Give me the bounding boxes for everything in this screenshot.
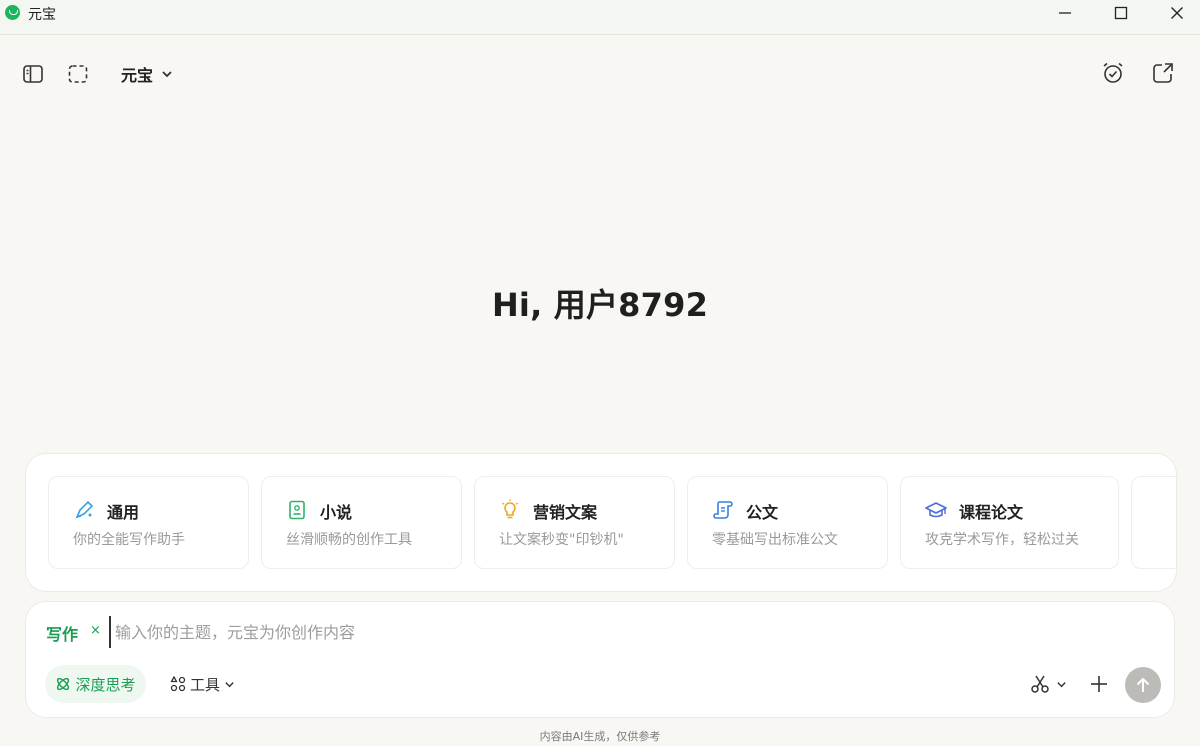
card-title: 课程论文	[959, 503, 1024, 522]
card-title: 小说	[320, 503, 353, 522]
send-button[interactable]	[1125, 667, 1161, 703]
card-desc: 你的全能写作助手	[73, 532, 185, 548]
mode-close-button[interactable]: ×	[90, 623, 101, 638]
card-course-paper[interactable]: 课程论文 攻克学术写作，轻松过关	[900, 476, 1119, 569]
composer: 写作 × 深度思考 工具	[26, 602, 1174, 717]
maximize-icon	[1114, 6, 1128, 20]
screenshot-select-button[interactable]	[65, 61, 91, 87]
reminder-button[interactable]	[1100, 60, 1126, 86]
scissors-icon	[1031, 675, 1049, 693]
card-official-doc[interactable]: 公文 零基础写出标准公文	[687, 476, 888, 569]
card-novel[interactable]: 小说 丝滑顺畅的创作工具	[261, 476, 462, 569]
tools-button[interactable]: 工具	[170, 665, 235, 703]
card-desc: 攻克学术写作，轻松过关	[925, 532, 1079, 548]
add-attachment-button[interactable]	[1087, 672, 1111, 696]
minimize-button[interactable]	[1040, 0, 1090, 26]
minimize-icon	[1059, 12, 1071, 14]
plus-icon	[1091, 676, 1107, 692]
card-title: 公文	[746, 503, 779, 522]
card-general[interactable]: 通用 你的全能写作助手	[48, 476, 249, 569]
card-title: 通用	[107, 503, 140, 522]
screenshot-select-icon	[68, 65, 88, 83]
card-desc: 丝滑顺畅的创作工具	[286, 532, 412, 548]
graduation-cap-icon	[925, 502, 947, 518]
atom-icon	[57, 677, 70, 691]
deep-think-button[interactable]: 深度思考	[45, 665, 146, 703]
book-icon	[289, 500, 305, 520]
card-desc: 零基础写出标准公文	[712, 532, 838, 548]
app-logo-icon	[5, 5, 20, 20]
chevron-down-icon	[162, 71, 172, 78]
writing-mode-tag: 写作	[46, 625, 79, 644]
new-chat-button[interactable]	[1150, 60, 1176, 86]
sidebar-toggle-button[interactable]	[20, 61, 46, 87]
lightbulb-icon	[502, 499, 518, 519]
card-title: 营销文案	[533, 503, 598, 522]
card-marketing-copy[interactable]: 营销文案 让文案秒变"印钞机"	[474, 476, 675, 569]
chevron-down-icon	[1057, 681, 1066, 687]
deep-think-label: 深度思考	[75, 675, 136, 694]
window-title: 元宝	[28, 7, 56, 23]
arrow-up-icon	[1136, 677, 1150, 692]
model-selector[interactable]: 元宝	[121, 61, 173, 87]
title-bar: 元宝	[0, 0, 1200, 35]
model-name: 元宝	[121, 66, 154, 85]
card-desc: 让文案秒变"印钞机"	[499, 532, 624, 548]
scroll-icon	[713, 501, 733, 519]
chevron-down-icon	[225, 681, 234, 687]
pen-icon	[75, 500, 94, 519]
alarm-clock-icon	[1103, 62, 1123, 83]
writing-category-panel: 通用 你的全能写作助手 小说 丝滑顺畅的创作工具 营销文案 让文案秒变"印钞机"…	[26, 454, 1176, 591]
sidebar-toggle-icon	[23, 65, 43, 83]
screenshot-tool-button[interactable]	[1030, 672, 1067, 696]
greeting-title: Hi, 用户8792	[491, 286, 709, 324]
tools-grid-icon	[170, 676, 186, 692]
tools-label: 工具	[190, 675, 221, 694]
close-icon	[1171, 7, 1183, 19]
ai-disclaimer: 内容由AI生成，仅供参考	[539, 730, 661, 743]
new-chat-icon	[1153, 63, 1173, 83]
maximize-button[interactable]	[1096, 0, 1146, 26]
card-more[interactable]	[1131, 476, 1176, 569]
close-button[interactable]	[1152, 0, 1200, 26]
prompt-input[interactable]	[109, 616, 917, 648]
